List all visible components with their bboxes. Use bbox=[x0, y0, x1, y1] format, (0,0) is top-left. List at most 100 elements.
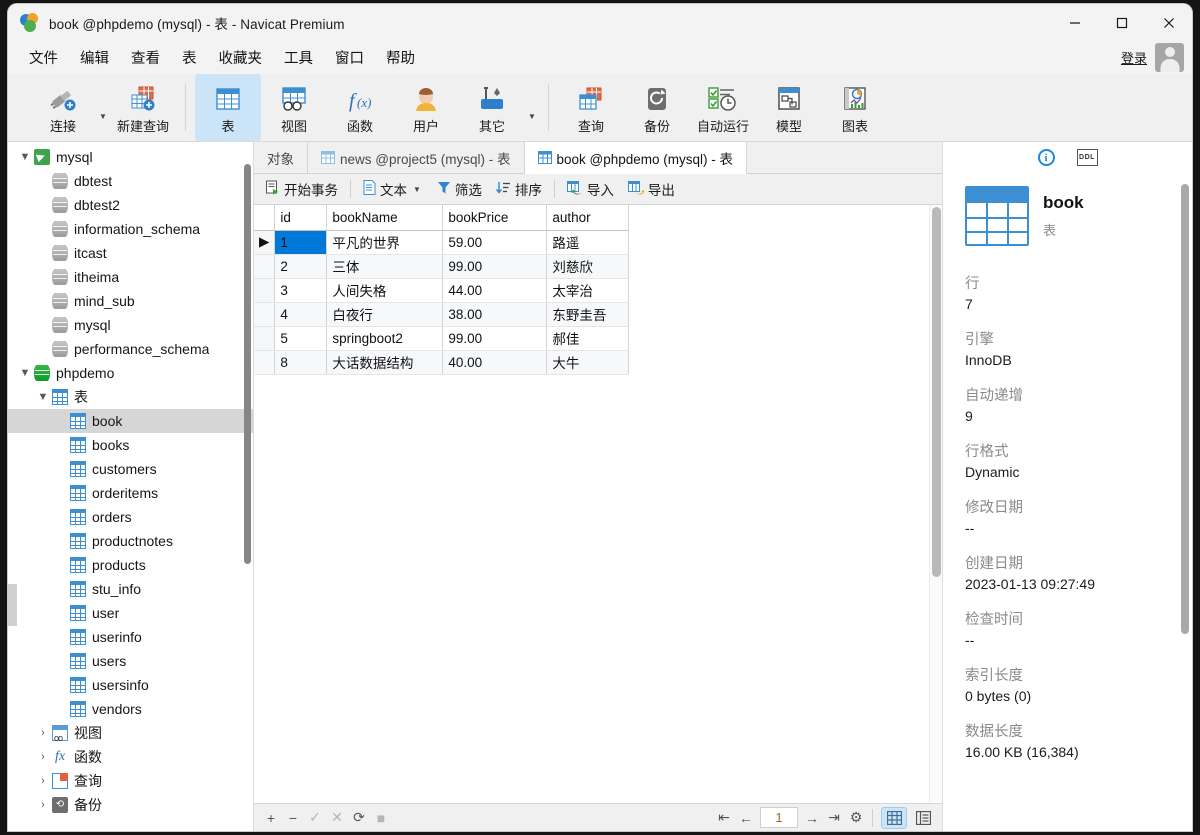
tree-node-dbtest[interactable]: dbtest bbox=[8, 169, 253, 193]
grid-column-header-author[interactable]: author bbox=[546, 205, 630, 231]
grid-row-marker[interactable] bbox=[254, 350, 276, 375]
ribbon-user-button[interactable]: 用户 bbox=[393, 74, 459, 141]
grid-cell-id[interactable]: 5 bbox=[274, 326, 328, 351]
export-button[interactable]: 导出 bbox=[621, 176, 682, 202]
tree-node-book[interactable]: book bbox=[8, 409, 253, 433]
tree-node-stu_info[interactable]: stu_info bbox=[8, 577, 253, 601]
tree-node-[interactable]: ▼ 表 bbox=[8, 385, 253, 409]
filter-button[interactable]: 筛选 bbox=[430, 176, 489, 202]
tree-node-[interactable]: › fx 函数 bbox=[8, 745, 253, 769]
ribbon-model-button[interactable]: 模型 bbox=[756, 74, 822, 141]
grid-cell-id[interactable]: 1 bbox=[274, 230, 328, 255]
ribbon-table-button[interactable]: 表 bbox=[195, 74, 261, 141]
grid-cell-author[interactable]: 大牛 bbox=[546, 350, 630, 375]
tab-news-table[interactable]: news @project5 (mysql) - 表 bbox=[308, 142, 525, 173]
grid-cell-bookPrice[interactable]: 40.00 bbox=[442, 350, 548, 375]
data-grid[interactable]: id bookName bookPrice author ▶ 1 平凡的世界 59.00 路遥 2… bbox=[254, 205, 630, 375]
text-button[interactable]: 文本 ▼ bbox=[356, 176, 430, 202]
grid-cell-bookName[interactable]: springboot2 bbox=[326, 326, 444, 351]
tree-node-phpdemo[interactable]: ▼ phpdemo bbox=[8, 361, 253, 385]
menu-window[interactable]: 窗口 bbox=[324, 43, 375, 72]
grid-settings-button[interactable]: ⚙ bbox=[845, 807, 867, 829]
ribbon-backup-button[interactable]: 备份 bbox=[624, 74, 690, 141]
refresh-button[interactable]: ⟳ bbox=[348, 807, 370, 829]
connection-chevron-down-icon[interactable]: ▼ bbox=[96, 74, 110, 141]
grid-cell-id[interactable]: 2 bbox=[274, 254, 328, 279]
menu-table[interactable]: 表 bbox=[171, 43, 208, 72]
sidebar-scrollbar-thumb[interactable] bbox=[244, 164, 251, 564]
table-row[interactable]: 2 三体 99.00 刘慈欣 bbox=[254, 254, 630, 279]
ribbon-others-button[interactable]: 其它 bbox=[459, 74, 525, 141]
grid-row-marker[interactable]: ▶ bbox=[254, 230, 276, 255]
grid-cell-id[interactable]: 3 bbox=[274, 278, 328, 303]
tree-twisty-icon[interactable]: › bbox=[34, 799, 52, 811]
delete-record-button[interactable]: − bbox=[282, 807, 304, 829]
grid-cell-bookName[interactable]: 平凡的世界 bbox=[326, 230, 444, 255]
tree-node-usersinfo[interactable]: usersinfo bbox=[8, 673, 253, 697]
grid-column-header-bookPrice[interactable]: bookPrice bbox=[442, 205, 548, 231]
grid-cell-bookPrice[interactable]: 59.00 bbox=[442, 230, 548, 255]
page-number-input[interactable]: 1 bbox=[760, 807, 798, 828]
tree-node-dbtest2[interactable]: dbtest2 bbox=[8, 193, 253, 217]
grid-cell-author[interactable]: 刘慈欣 bbox=[546, 254, 630, 279]
ribbon-connection-button[interactable]: 连接 bbox=[30, 74, 96, 141]
cancel-changes-button[interactable]: ✕ bbox=[326, 807, 348, 829]
tree-node-itcast[interactable]: itcast bbox=[8, 241, 253, 265]
info-panel-scrollbar-thumb[interactable] bbox=[1181, 184, 1189, 634]
grid-view-icon[interactable] bbox=[881, 806, 907, 829]
ribbon-query-button[interactable]: 查询 bbox=[558, 74, 624, 141]
grid-cell-author[interactable]: 郝佳 bbox=[546, 326, 630, 351]
tree-node-itheima[interactable]: itheima bbox=[8, 265, 253, 289]
panel-collapse-handle[interactable] bbox=[8, 584, 17, 626]
tree-node-productnotes[interactable]: productnotes bbox=[8, 529, 253, 553]
tree-twisty-icon[interactable]: ▼ bbox=[34, 391, 52, 403]
next-page-button[interactable]: → bbox=[801, 807, 823, 829]
grid-cell-author[interactable]: 路遥 bbox=[546, 230, 630, 255]
grid-scrollbar-thumb[interactable] bbox=[932, 207, 941, 577]
tree-node-orderitems[interactable]: orderitems bbox=[8, 481, 253, 505]
grid-cell-bookName[interactable]: 白夜行 bbox=[326, 302, 444, 327]
grid-cell-bookPrice[interactable]: 44.00 bbox=[442, 278, 548, 303]
tree-twisty-icon[interactable]: ▼ bbox=[16, 151, 34, 163]
ribbon-view-button[interactable]: 视图 bbox=[261, 74, 327, 141]
tree-node-[interactable]: › 查询 bbox=[8, 769, 253, 793]
tree-node-customers[interactable]: customers bbox=[8, 457, 253, 481]
sort-button[interactable]: 排序 bbox=[489, 176, 549, 202]
table-row[interactable]: 4 白夜行 38.00 东野圭吾 bbox=[254, 302, 630, 327]
form-view-icon[interactable] bbox=[910, 807, 936, 829]
grid-cell-bookName[interactable]: 三体 bbox=[326, 254, 444, 279]
tree-node-mind_sub[interactable]: mind_sub bbox=[8, 289, 253, 313]
grid-row-marker[interactable] bbox=[254, 254, 276, 279]
ribbon-function-button[interactable]: f (x) 函数 bbox=[327, 74, 393, 141]
tree-node-mysql[interactable]: ▼ mysql bbox=[8, 145, 253, 169]
ribbon-automation-button[interactable]: 自动运行 bbox=[690, 74, 756, 141]
text-chevron-down-icon[interactable]: ▼ bbox=[411, 185, 423, 194]
tree-node-users[interactable]: users bbox=[8, 649, 253, 673]
tree-node-mysql[interactable]: mysql bbox=[8, 313, 253, 337]
close-button[interactable] bbox=[1145, 4, 1192, 41]
tree-node-[interactable]: › ⟲ 备份 bbox=[8, 793, 253, 817]
grid-row-marker[interactable] bbox=[254, 302, 276, 327]
apply-changes-button[interactable]: ✓ bbox=[304, 807, 326, 829]
begin-transaction-button[interactable]: 开始事务 bbox=[258, 176, 345, 202]
tree-twisty-icon[interactable]: › bbox=[34, 751, 52, 763]
tree-twisty-icon[interactable]: ▼ bbox=[16, 367, 34, 379]
stop-button[interactable]: ■ bbox=[370, 807, 392, 829]
menu-file[interactable]: 文件 bbox=[18, 43, 69, 72]
grid-row-marker[interactable] bbox=[254, 326, 276, 351]
tree-node-userinfo[interactable]: userinfo bbox=[8, 625, 253, 649]
grid-cell-bookName[interactable]: 大话数据结构 bbox=[326, 350, 444, 375]
tree-node-information_schema[interactable]: information_schema bbox=[8, 217, 253, 241]
tree-node-performance_schema[interactable]: performance_schema bbox=[8, 337, 253, 361]
info-icon[interactable]: i bbox=[1037, 148, 1055, 166]
table-row[interactable]: 3 人间失格 44.00 太宰治 bbox=[254, 278, 630, 303]
grid-cell-bookName[interactable]: 人间失格 bbox=[326, 278, 444, 303]
grid-column-header-bookName[interactable]: bookName bbox=[326, 205, 444, 231]
grid-cell-id[interactable]: 8 bbox=[274, 350, 328, 375]
grid-cell-author[interactable]: 太宰治 bbox=[546, 278, 630, 303]
tree-node-orders[interactable]: orders bbox=[8, 505, 253, 529]
ddl-icon[interactable]: DDL bbox=[1076, 148, 1098, 166]
avatar[interactable] bbox=[1155, 43, 1184, 72]
grid-cell-bookPrice[interactable]: 99.00 bbox=[442, 326, 548, 351]
others-chevron-down-icon[interactable]: ▼ bbox=[525, 74, 539, 141]
